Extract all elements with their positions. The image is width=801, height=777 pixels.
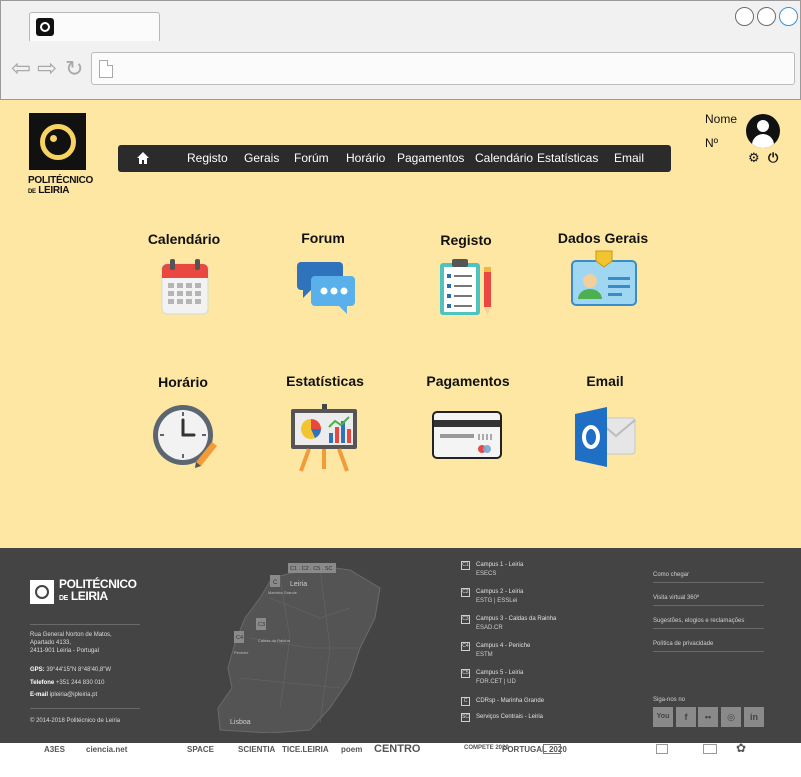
tile-email[interactable]: Email bbox=[575, 373, 636, 473]
campus-item[interactable]: C CDRsp - Marinha Grande bbox=[461, 697, 544, 706]
footer-logo[interactable]: POLITÉCNICO DE LEIRIA bbox=[30, 578, 137, 605]
partner-logo-icon bbox=[703, 744, 717, 754]
browser-tab[interactable] bbox=[29, 12, 160, 41]
map-marker[interactable]: C3 bbox=[258, 622, 265, 628]
nav-item-estatisticas[interactable]: Estatísticas bbox=[537, 151, 598, 165]
map-place: Marinha Grande bbox=[268, 590, 298, 595]
nav-item-pagamentos[interactable]: Pagamentos bbox=[397, 151, 464, 165]
nav-item-calendario[interactable]: Calendário bbox=[475, 151, 533, 165]
tile-calendario[interactable]: Calendário bbox=[146, 231, 222, 321]
map-place: Leiria bbox=[290, 581, 307, 588]
minimize-button[interactable] bbox=[735, 7, 754, 26]
user-avatar-icon[interactable] bbox=[746, 114, 780, 148]
forward-arrow-icon[interactable]: ⇨ bbox=[37, 57, 57, 81]
sponsor-logo[interactable]: ciencia.net bbox=[86, 745, 127, 754]
footer-divider bbox=[30, 708, 140, 709]
gear-icon[interactable]: ⚙ bbox=[748, 151, 760, 164]
tile-dados-gerais[interactable]: Dados Gerais bbox=[555, 230, 651, 320]
partner-logo-icon bbox=[656, 744, 668, 754]
footer-address: Rua General Norton de Matos, Apartado 41… bbox=[30, 632, 112, 654]
map-place: Caldas da Rainha bbox=[258, 638, 291, 643]
footer-link-sugestoes[interactable]: Sugestões, elogios e reclamações bbox=[653, 618, 764, 629]
map-marker[interactable]: C1 . C2 . C5 . SC bbox=[290, 566, 333, 572]
back-arrow-icon[interactable]: ⇦ bbox=[11, 57, 31, 81]
power-icon[interactable]: ⏻ bbox=[768, 151, 778, 164]
maximize-button[interactable] bbox=[757, 7, 776, 26]
outlook-icon bbox=[575, 407, 636, 467]
tile-horario[interactable]: Horário bbox=[148, 374, 218, 474]
presentation-chart-icon bbox=[291, 404, 357, 472]
footer-gps: GPS: 39°44'15"N 8°48'40,8"W bbox=[30, 667, 112, 673]
reload-icon[interactable]: ↻ bbox=[65, 58, 83, 80]
tile-pagamentos[interactable]: Pagamentos bbox=[424, 373, 512, 473]
site-footer: POLITÉCNICO DE LEIRIA Rua General Norton… bbox=[0, 548, 801, 743]
linkedin-icon[interactable]: in bbox=[744, 707, 764, 727]
close-button[interactable] bbox=[779, 7, 798, 26]
youtube-icon[interactable]: You bbox=[653, 707, 673, 727]
campus-item[interactable]: C1 Campus 1 - Leiria ESECS bbox=[461, 561, 523, 578]
footer-logo-icon bbox=[30, 579, 54, 604]
browser-chrome: ⇦ ⇨ ↻ bbox=[0, 0, 801, 100]
user-number-label: Nº bbox=[705, 136, 719, 150]
nav-item-gerais[interactable]: Gerais bbox=[244, 151, 279, 165]
credit-card-icon bbox=[432, 411, 502, 459]
main-navbar: Registo Gerais Forúm Horário Pagamentos … bbox=[118, 145, 671, 172]
footer-phone: Telefone +351 244 830 010 bbox=[30, 680, 105, 686]
partner-logo-icon: ✿ bbox=[736, 741, 747, 755]
campus-item[interactable]: C3 Campus 3 - Caldas da Rainha ESAD.CR bbox=[461, 615, 556, 632]
sponsor-logo[interactable]: SCIENTIA bbox=[238, 745, 275, 754]
address-bar[interactable] bbox=[91, 52, 795, 85]
favicon-icon bbox=[36, 18, 54, 36]
footer-divider bbox=[30, 624, 140, 625]
map-marker[interactable]: C bbox=[273, 580, 278, 586]
map-place: Peniche bbox=[234, 650, 249, 655]
instagram-icon[interactable]: ◎ bbox=[721, 707, 741, 727]
campus-item[interactable]: C4 Campus 4 - Peniche ESTM bbox=[461, 642, 530, 659]
facebook-icon[interactable]: f bbox=[676, 707, 696, 727]
nav-item-registo[interactable]: Registo bbox=[187, 151, 228, 165]
sponsor-logo[interactable]: TICE.LEIRIA bbox=[282, 745, 329, 754]
nav-item-horario[interactable]: Horário bbox=[346, 151, 385, 165]
eu-flag-icon bbox=[543, 744, 561, 754]
footer-link-visita-virtual[interactable]: Visita virtual 360º bbox=[653, 595, 764, 606]
calendar-icon bbox=[161, 259, 209, 315]
page-content: POLITÉCNICO DE LEIRIA Registo Gerais For… bbox=[0, 100, 801, 548]
nav-item-email[interactable]: Email bbox=[614, 151, 644, 165]
sponsor-logo[interactable]: A3ES bbox=[44, 745, 65, 754]
politecnico-logo-icon[interactable] bbox=[29, 113, 86, 170]
footer-copyright: © 2014-2018 Politécnico de Leiria bbox=[30, 718, 121, 724]
home-icon[interactable] bbox=[136, 151, 150, 165]
window-controls bbox=[735, 7, 798, 26]
sponsor-logo[interactable]: CENTRO bbox=[374, 743, 420, 755]
sponsors-strip: A3ES ciencia.net SPACE SCIENTIA TICE.LEI… bbox=[0, 741, 801, 777]
map-place: Lisboa bbox=[230, 719, 251, 726]
nav-item-forum[interactable]: Forúm bbox=[294, 151, 329, 165]
clipboard-icon bbox=[440, 259, 491, 315]
logo-wordmark: POLITÉCNICO DE LEIRIA bbox=[28, 175, 94, 196]
footer-email: E-mail ipleiria@ipleiria.pt bbox=[30, 692, 98, 698]
user-name-label: Nome bbox=[705, 112, 738, 126]
tile-estatisticas[interactable]: Estatísticas bbox=[283, 373, 367, 473]
campus-item[interactable]: C2 Campus 2 - Leiria ESTG | ESSLei bbox=[461, 588, 523, 605]
follow-us-label: Siga-nos no bbox=[653, 697, 686, 703]
campus-item[interactable]: SC Serviços Centrais - Leiria bbox=[461, 713, 543, 722]
campus-item[interactable]: C5 Campus 5 - Leiria FOR.CET | UD bbox=[461, 669, 523, 686]
id-card-icon bbox=[571, 250, 637, 306]
sponsor-logo[interactable]: SPACE bbox=[187, 745, 214, 754]
map-marker[interactable]: C4 bbox=[236, 635, 243, 641]
tile-registo[interactable]: Registo bbox=[432, 232, 500, 322]
tile-forum[interactable]: Forum bbox=[288, 230, 358, 320]
footer-link-como-chegar[interactable]: Como chegar bbox=[653, 572, 764, 583]
flickr-icon[interactable]: •• bbox=[698, 707, 718, 727]
campus-map[interactable]: C C1 . C2 . C5 . SC C3 C4 Leiria Lisboa … bbox=[210, 558, 390, 733]
footer-link-privacidade[interactable]: Política de privacidade bbox=[653, 641, 764, 652]
chat-bubbles-icon bbox=[297, 262, 355, 314]
sponsor-logo[interactable]: poem bbox=[341, 745, 362, 754]
page-document-icon bbox=[99, 60, 113, 78]
clock-icon bbox=[153, 405, 217, 468]
